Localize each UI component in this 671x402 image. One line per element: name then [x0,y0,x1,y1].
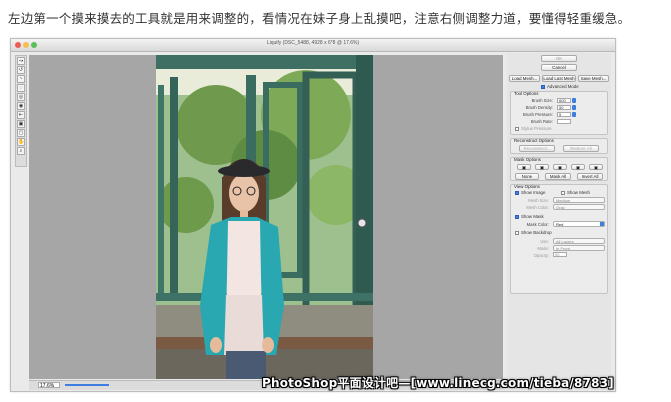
mask-replace-icon[interactable]: ▣ [517,164,531,170]
show-backdrop-label: Show Backdrop [521,230,552,235]
load-last-mesh-button[interactable]: Load Last Mesh [542,75,576,82]
mask-invert-icon[interactable]: ▣ [589,164,603,170]
mesh-color-select[interactable]: Gray [553,204,605,210]
load-mesh-button[interactable]: Load Mesh... [509,75,540,82]
show-backdrop-checkbox[interactable] [515,231,519,235]
liquify-window: Liquify (DSC_5488, 4928 x 6*8 @ 17.6%) ↝… [10,38,616,392]
mask-intersect-icon[interactable]: ▣ [571,164,585,170]
backdrop-use-label: Use: [540,239,549,244]
chevron-down-icon [600,222,604,226]
mask-color-label: Mask Color: [526,222,549,227]
tool-options-group: Tool Options Brush Size: 600 Brush Densi… [510,91,608,135]
liquify-options-panel: OK Cancel Load Mesh... Load Last Mesh Sa… [507,53,611,389]
show-image-checkbox[interactable] [515,191,519,195]
window-title: Liquify (DSC_5488, 4928 x 6*8 @ 17.6%) [266,40,360,46]
reconstruct-tool-icon[interactable]: ↺ [17,66,25,74]
show-mesh-checkbox[interactable] [561,191,565,195]
mesh-size-value: Medium [556,198,571,203]
brush-rate-input[interactable] [557,119,571,124]
forum-watermark: PhotoShop平面设计吧—[www.linecg.com/tieba/878… [262,376,614,390]
hand-tool-icon[interactable]: ✋ [17,138,25,146]
show-mask-checkbox[interactable] [515,215,519,219]
reconstruct-button[interactable]: Reconstruct... [519,145,555,152]
mesh-color-value: Gray [556,205,565,210]
stylus-pressure-checkbox[interactable] [515,127,519,131]
show-mesh-label: Show Mesh [567,190,590,195]
brush-density-stepper[interactable] [572,105,576,110]
view-options-title: View Options [514,184,540,189]
zoom-slider[interactable] [65,384,109,386]
mask-options-group: Mask Options ▣ ▣ ▣ ▣ ▣ None Mask All Inv… [510,157,608,181]
push-left-tool-icon[interactable]: ⇤ [17,111,25,119]
mask-add-icon[interactable]: ▣ [535,164,549,170]
advanced-mode-label: Advanced Mode [547,84,579,89]
brush-rate-label: Brush Rate: [530,119,553,124]
brush-size-stepper[interactable] [572,98,576,103]
mask-none-button[interactable]: None [515,173,539,180]
zoom-level-field[interactable]: 17.6% [38,382,60,389]
liquify-toolbar: ↝ ↺ ~ ◌ ◎ ◉ ⇤ ▣ ▢ ✋ ⌕ [15,55,27,167]
show-mask-label: Show Mask [521,214,544,219]
mesh-size-select[interactable]: Medium [553,197,605,203]
window-titlebar: Liquify (DSC_5488, 4928 x 6*8 @ 17.6%) [11,39,615,52]
forward-warp-tool-icon[interactable]: ↝ [17,57,25,65]
reconstruct-options-group: Reconstruct Options Reconstruct... Resto… [510,138,608,154]
preview-canvas[interactable] [29,55,503,379]
backdrop-opacity-label: Opacity: [533,253,549,258]
backdrop-mode-label: Mode: [537,246,549,251]
brush-size-label: Brush Size: [531,98,553,103]
backdrop-use-select[interactable]: All Layers [553,238,605,244]
cancel-button[interactable]: Cancel [541,64,577,71]
show-image-label: Show Image [521,190,546,195]
brush-density-input[interactable]: 50 [557,105,571,110]
mask-all-button[interactable]: Mask All [545,173,571,180]
mesh-size-label: Mesh Size: [528,198,549,203]
backdrop-mode-value: In Front [556,246,570,251]
ok-button[interactable]: OK [541,55,577,62]
backdrop-opacity-input[interactable]: 50 [553,252,567,257]
mask-subtract-icon[interactable]: ▣ [553,164,567,170]
mask-color-select[interactable]: Red [553,221,605,227]
restore-all-button[interactable]: Restore All [563,145,599,152]
twirl-tool-icon[interactable]: ◌ [17,84,25,92]
brush-size-input[interactable]: 600 [557,98,571,103]
smooth-tool-icon[interactable]: ~ [17,75,25,83]
pucker-tool-icon[interactable]: ◎ [17,93,25,101]
girl-portrait-image [156,55,373,379]
save-mesh-button[interactable]: Save Mesh... [578,75,609,82]
brush-pressure-input[interactable]: 5 [557,112,571,117]
tutorial-caption: 左边第一个摸来摸去的工具就是用来调整的，看情况在妹子身上乱摸吧，注意右侧调整力道… [8,11,631,26]
brush-density-label: Brush Density: [525,105,553,110]
mask-options-title: Mask Options [514,157,541,162]
stylus-pressure-label: Stylus Pressure [521,126,552,131]
mask-color-value: Red [556,222,564,227]
brush-pressure-stepper[interactable] [572,112,576,117]
view-options-group: View Options Show Image Show Mesh Mesh S… [510,184,608,294]
brush-pressure-label: Brush Pressure: [522,112,553,117]
freeze-mask-tool-icon[interactable]: ▣ [17,120,25,128]
backdrop-use-value: All Layers [556,239,574,244]
zoom-tool-icon[interactable]: ⌕ [17,147,25,155]
thaw-mask-tool-icon[interactable]: ▢ [17,129,25,137]
advanced-mode-checkbox[interactable] [541,85,545,89]
backdrop-mode-select[interactable]: In Front [553,245,605,251]
mesh-color-label: Mesh Color: [526,205,549,210]
photo-preview[interactable] [156,55,373,379]
bloat-tool-icon[interactable]: ◉ [17,102,25,110]
tool-options-title: Tool Options [514,91,539,96]
invert-all-button[interactable]: Invert All [577,173,603,180]
reconstruct-options-title: Reconstruct Options [514,138,554,143]
